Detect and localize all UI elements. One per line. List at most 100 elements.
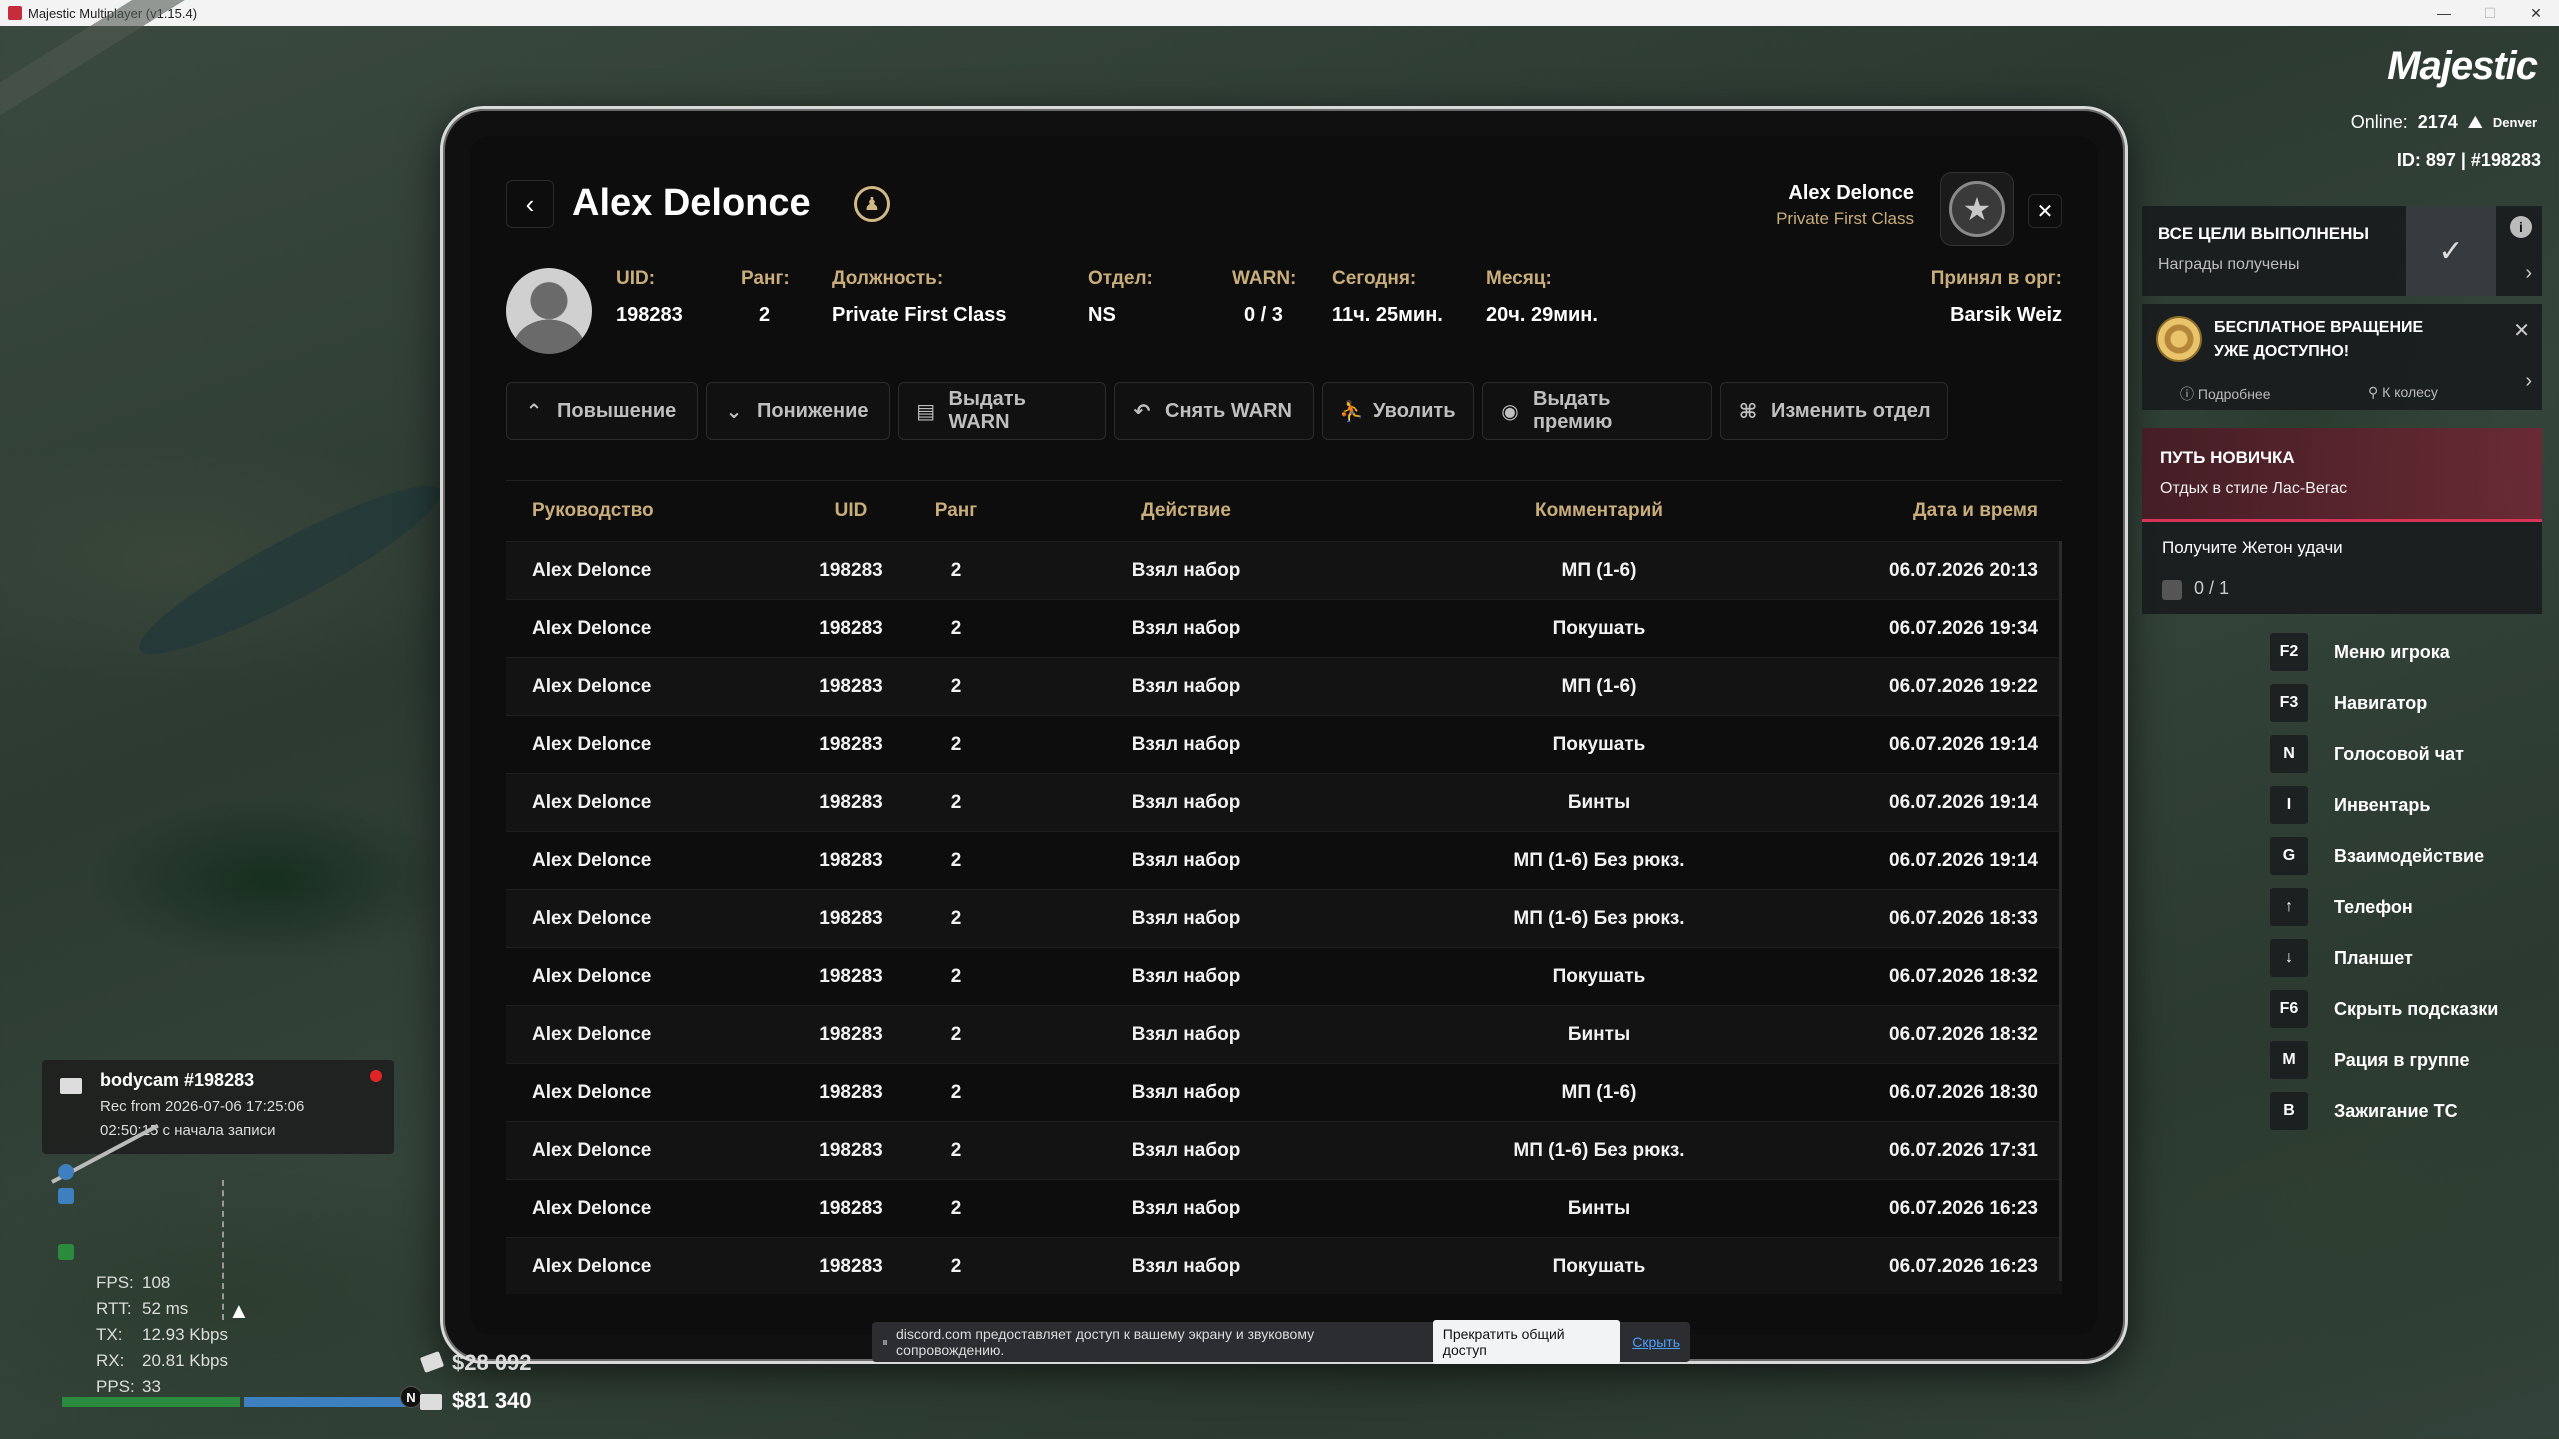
cell-comment: Покушать [1552,617,1646,639]
change-dept-button[interactable]: ⌘ Изменить отдел [1720,382,1948,440]
remove-warn-button[interactable]: ↶ Снять WARN [1114,382,1314,440]
cell-rank: 2 [950,1197,962,1219]
col-header-action: Действие [1141,500,1231,521]
cell-uid: 198283 [819,1023,883,1045]
net-stat-value: 52 ms [142,1299,189,1318]
table-row[interactable]: Alex Delonce 198283 2 Взял набор МП (1-6) 06.… [506,541,2062,599]
cell-uid: 198283 [819,965,883,987]
button-label: Уволить [1373,399,1456,422]
table-row[interactable]: Alex Delonce 198283 2 Взял набор Бинты 06.07.… [506,1005,2062,1063]
status-bars [62,1397,414,1407]
spin-more-link[interactable]: ⓘ Подробнее [2180,384,2271,404]
hotkey-item: F3 Навигатор [2270,683,2427,723]
table-row[interactable]: Alex Delonce 198283 2 Взял набор Бинты 06.07.… [506,773,2062,831]
button-label: Повышение [557,399,677,422]
cell-datetime: 06.07.2026 16:23 [1889,1197,2038,1219]
cell-rank: 2 [950,849,962,871]
stop-sharing-button[interactable]: Прекратить общий доступ [1432,1320,1621,1364]
cell-rank: 2 [950,965,962,987]
star-emblem-icon: ★ [1949,181,2005,237]
cell-comment: МП (1-6) Без рюкз. [1513,907,1685,929]
hotkey-item: F2 Меню игрока [2270,632,2450,672]
cell-action: Взял набор [1131,907,1241,929]
cell-leader: Alex Delonce [532,791,652,813]
hotkey-label: Телефон [2334,896,2413,917]
button-label: Изменить отдел [1771,399,1931,422]
table-row[interactable]: Alex Delonce 198283 2 Взял набор МП (1-6) 06.… [506,1063,2062,1121]
table-row[interactable]: Alex Delonce 198283 2 Взял набор МП (1-6) 06.… [506,657,2062,715]
cell-uid: 198283 [819,1081,883,1103]
hotkey-item: G Взаимодействие [2270,836,2484,876]
coin-icon: ◉ [1501,400,1519,423]
stat-rank: Ранг: 2 [741,268,790,327]
app-icon [8,6,22,20]
chevron-right-icon[interactable]: › [2525,370,2532,393]
table-row[interactable]: Alex Delonce 198283 2 Взял набор МП (1-6) Бе… [506,889,2062,947]
document-icon: ▤ [916,400,936,423]
stat-label: Принял в орг: [1930,268,2062,289]
cell-rank: 2 [950,791,962,813]
hotkey-label: Рация в группе [2334,1049,2470,1070]
cell-datetime: 06.07.2026 18:33 [1889,907,2038,929]
table-row[interactable]: Alex Delonce 198283 2 Взял набор Бинты 06.07.… [506,1179,2062,1237]
maximize-button[interactable]: ☐ [2467,0,2513,26]
cell-leader: Alex Delonce [532,965,652,987]
cell-leader: Alex Delonce [532,1081,652,1103]
cell-uid: 198283 [819,907,883,929]
stat-label: Должность: [832,268,944,289]
table-body: Alex Delonce 198283 2 Взял набор МП (1-6) 06.… [506,541,2062,1294]
table-header: Руководство UID Ранг Действие Комментари… [506,481,2062,541]
bank-amount: $81 340 [452,1388,532,1413]
promote-button[interactable]: ⌃ Повышение [506,382,698,440]
hotkey-label: Планшет [2334,947,2413,968]
close-icon[interactable]: ✕ [2513,318,2530,343]
hotkey-label: Навигатор [2334,692,2428,713]
undo-icon: ↶ [1133,400,1151,423]
hotkey-label: Меню игрока [2334,641,2450,662]
net-stat: FPS: 108 [96,1270,228,1296]
give-bonus-button[interactable]: ◉ Выдать премию [1482,382,1712,440]
net-stat-label: RTT: [96,1299,132,1318]
cell-action: Взял набор [1131,849,1241,871]
player-id: ID: 897 | #198283 [2396,150,2541,170]
button-label: Понижение [757,399,869,422]
back-button[interactable]: ‹ [506,180,554,228]
info-icon[interactable]: i [2510,216,2532,238]
player-arrow-icon: ▲ [228,1298,250,1323]
hotkey-key: G [2270,837,2308,875]
cell-comment: Бинты [1567,1023,1631,1045]
table-row[interactable]: Alex Delonce 198283 2 Взял набор Покушать 06.… [506,947,2062,1005]
cell-datetime: 06.07.2026 19:34 [1889,617,2038,639]
wheel-icon [2156,316,2202,362]
table-row[interactable]: Alex Delonce 198283 2 Взял набор МП (1-6) Бе… [506,831,2062,889]
stat-hired-by: Принял в орг: Barsik Weiz [1931,268,2062,327]
armor-bar [244,1397,414,1407]
cell-leader: Alex Delonce [532,617,652,639]
goals-panel[interactable]: ВСЕ ЦЕЛИ ВЫПОЛНЕНЫ Награды получены ✓ i … [2142,206,2542,296]
cell-rank: 2 [950,559,962,581]
hierarchy-icon: ⌘ [1738,400,1758,423]
cell-comment: Бинты [1567,1197,1631,1219]
table-scrollbar[interactable] [2059,541,2062,1281]
table-row[interactable]: Alex Delonce 198283 2 Взял набор Покушать 06.… [506,599,2062,657]
stat-label: Ранг: [741,268,790,289]
spin-wheel-link[interactable]: ⚲ К колесу [2368,384,2438,401]
chevron-right-icon[interactable]: › [2525,262,2532,285]
minimize-button[interactable]: — [2421,0,2467,26]
cash-icon [419,1351,445,1373]
window-close-button[interactable]: ✕ [2513,0,2559,26]
stat-today: Сегодня: 11ч. 25мин. [1332,268,1443,327]
table-row[interactable]: Alex Delonce 198283 2 Взял набор Покушать 06.… [506,715,2062,773]
cell-comment: Бинты [1567,791,1631,813]
table-row[interactable]: Alex Delonce 198283 2 Взял набор Покушать 06.… [506,1237,2062,1294]
stat-label: Месяц: [1486,268,1552,289]
cell-rank: 2 [950,675,962,697]
map-river [125,463,455,677]
pause-icon: ⏸ [882,1334,889,1349]
give-warn-button[interactable]: ▤ Выдать WARN [898,382,1106,440]
fire-button[interactable]: ⛹ Уволить [1322,382,1474,440]
table-row[interactable]: Alex Delonce 198283 2 Взял набор МП (1-6) Бе… [506,1121,2062,1179]
hide-link[interactable]: Скрыть [1632,1334,1680,1350]
demote-button[interactable]: ⌄ Понижение [706,382,890,440]
close-button[interactable]: ✕ [2028,194,2062,228]
